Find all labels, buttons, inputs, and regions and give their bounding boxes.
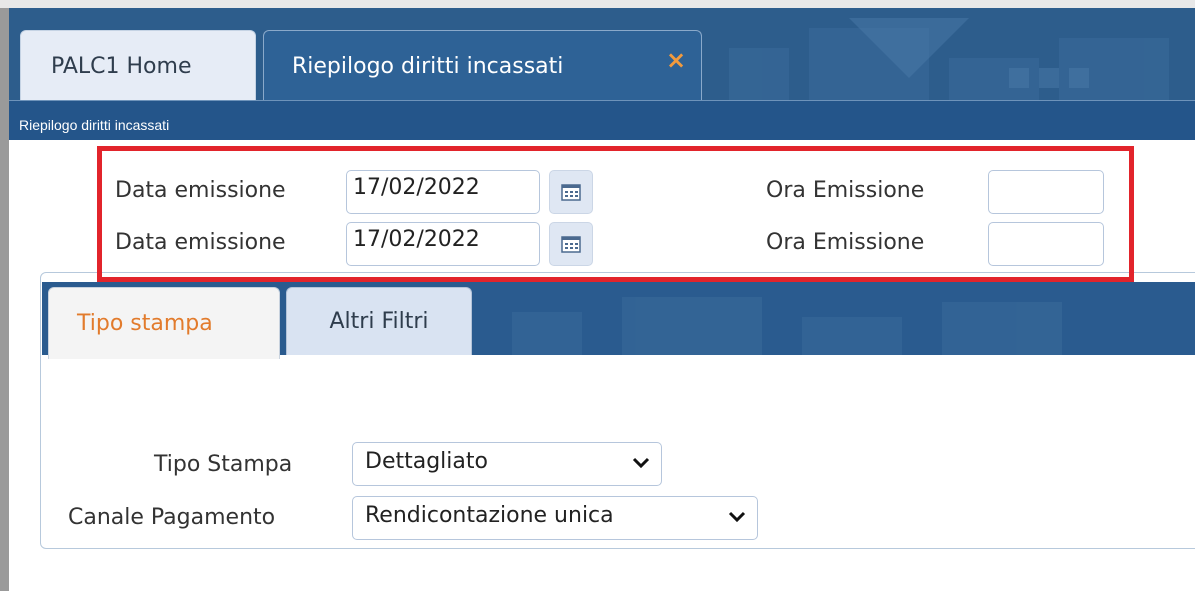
close-icon[interactable]: ×	[666, 46, 686, 74]
tab-riepilogo-label: Riepilogo diritti incassati	[292, 54, 564, 79]
tipo-stampa-label: Tipo Stampa	[154, 452, 293, 477]
window-top-strip	[0, 0, 1195, 8]
tipo-stampa-value: Dettagliato	[365, 449, 488, 474]
tab-home[interactable]: PALC1 Home	[20, 30, 256, 102]
tab-altri-filtri-label: Altri Filtri	[329, 309, 429, 334]
canale-pagamento-select[interactable]: Rendicontazione unica	[352, 496, 758, 540]
chevron-down-icon	[728, 511, 746, 523]
tipo-stampa-select[interactable]: Dettagliato	[352, 442, 662, 486]
page-title-bar: Riepilogo diritti incassati	[9, 100, 1195, 140]
tab-tipo-stampa[interactable]: Tipo stampa	[48, 287, 280, 359]
tab-home-label: PALC1 Home	[51, 54, 192, 79]
tab-altri-filtri[interactable]: Altri Filtri	[286, 287, 472, 355]
highlight-box	[97, 146, 1134, 282]
canale-pagamento-label: Canale Pagamento	[68, 505, 276, 530]
window-left-border	[0, 8, 9, 591]
page-title: Riepilogo diritti incassati	[19, 117, 170, 133]
tab-tipo-stampa-label: Tipo stampa	[77, 311, 213, 336]
chevron-down-icon	[632, 457, 650, 469]
canale-pagamento-value: Rendicontazione unica	[365, 503, 614, 528]
tab-riepilogo-diritti[interactable]: Riepilogo diritti incassati	[263, 30, 702, 102]
